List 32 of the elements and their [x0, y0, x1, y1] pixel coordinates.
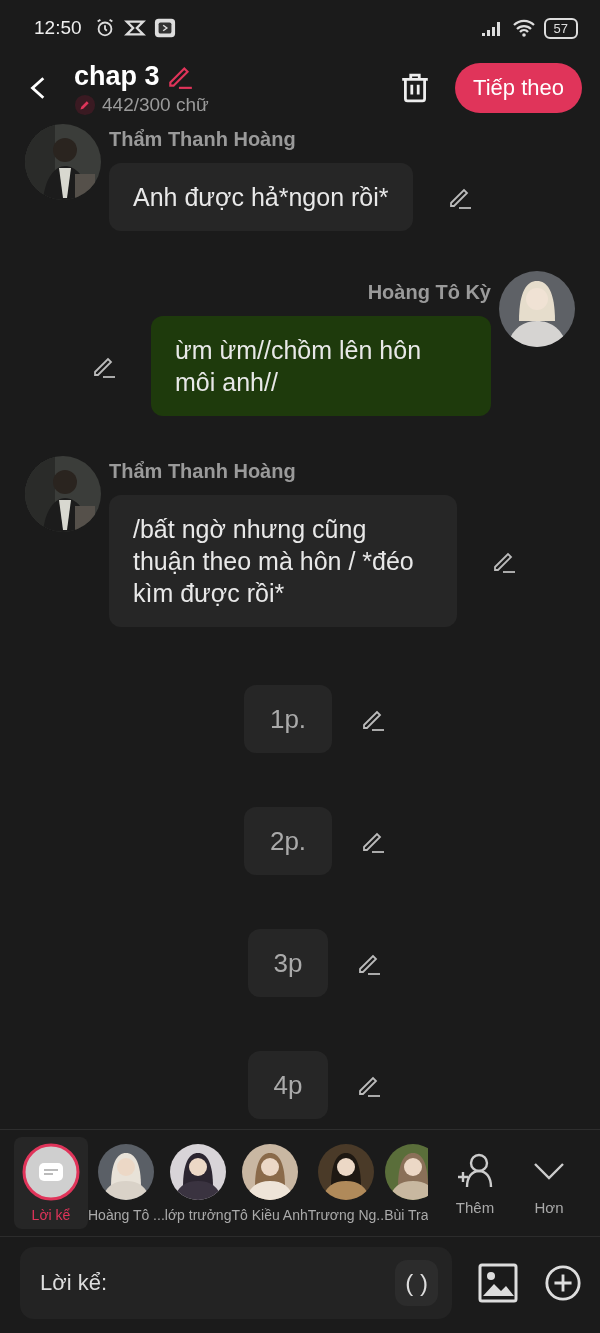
character-item[interactable]: Bùi Tra [384, 1137, 429, 1229]
narration-bubble[interactable]: 1p. [243, 685, 333, 753]
message-bubble[interactable]: /bất ngờ nhưng cũng thuận theo mà hôn / *đéo kìm được rồi* [109, 495, 457, 627]
app-icon [123, 17, 146, 39]
message-bubble[interactable]: ừm ừm//chồm lên hôn môi anh// [151, 316, 491, 416]
sender-name: Thẩm Thanh Hoàng [109, 128, 297, 151]
message-bubble[interactable]: Anh được hả*ngon rồi* [109, 163, 413, 231]
chapter-title: chap 3 [74, 60, 160, 92]
narration-bubble[interactable]: 4p [247, 1051, 329, 1119]
wifi-icon [511, 18, 536, 38]
image-icon[interactable] [478, 1263, 518, 1303]
narration-bubble[interactable]: 2p. [243, 807, 333, 875]
play-icon [153, 17, 176, 39]
character-item[interactable]: Hoàng Tô ... [88, 1137, 165, 1229]
add-icon[interactable] [544, 1264, 582, 1302]
input-field[interactable]: Lời kể: ( ) [20, 1247, 452, 1319]
battery-level: 57 [543, 17, 578, 39]
character-item[interactable]: Tô Kiều Anh [231, 1137, 308, 1229]
word-count: 442/300 chữ [102, 93, 209, 116]
status-time: 12:50 [34, 17, 82, 39]
bracket-button[interactable]: ( ) [395, 1260, 438, 1306]
action-button[interactable]: Thêm [438, 1150, 512, 1216]
action-button[interactable]: Hơn [512, 1150, 586, 1216]
character-item[interactable]: Lời kể [14, 1137, 88, 1229]
next-button[interactable]: Tiếp theo [455, 63, 582, 113]
sender-name: Hoàng Tô Kỳ [367, 281, 491, 304]
sender-name: Thẩm Thanh Hoàng [109, 460, 297, 483]
pencil-icon [74, 93, 96, 116]
narration-bubble[interactable]: 3p [247, 929, 329, 997]
character-item[interactable]: lớp trưởng [164, 1137, 232, 1229]
narrator-icon [22, 1143, 80, 1201]
character-item[interactable]: Trương Ng.. [307, 1137, 385, 1229]
